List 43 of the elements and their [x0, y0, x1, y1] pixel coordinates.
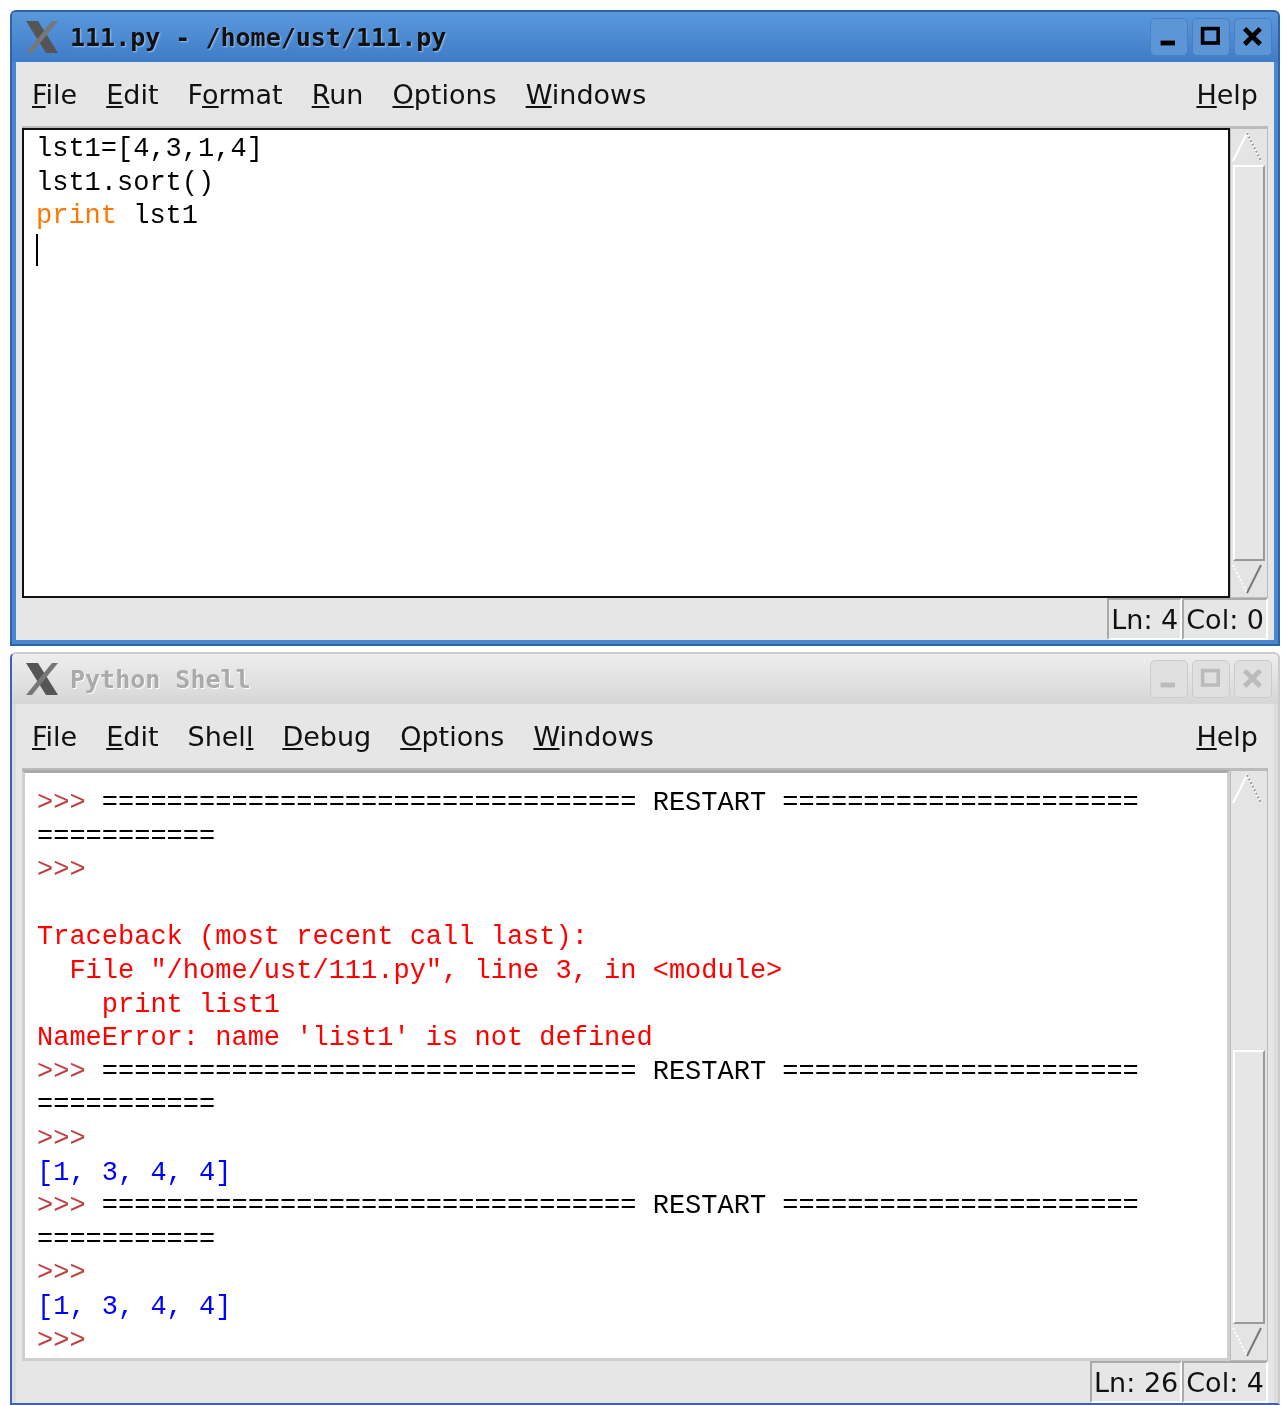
shell-line: >>> ================================= RESTART ================================= [37, 787, 1139, 854]
minimize-button[interactable] [1150, 18, 1188, 56]
error-text: NameError: name 'list1' is not defined [37, 1022, 654, 1056]
menu-item[interactable]: File [32, 720, 78, 752]
menu-item[interactable]: Options [392, 78, 497, 110]
window-title: 111.py - /home/ust/111.py [70, 22, 447, 52]
shell-line: >>> ================================= RESTART ================================= [37, 1190, 1139, 1257]
scrollbar-thumb[interactable] [1233, 1050, 1265, 1324]
menu-item[interactable]: Shell [187, 720, 254, 752]
help-menu[interactable]: Help [1196, 78, 1258, 110]
error-text: Traceback (most recent call last): [37, 921, 589, 955]
menu-item[interactable]: File [32, 78, 78, 110]
shell-prompt: >>> [37, 854, 87, 888]
shell-line: >>> ================================= RESTART ================================= [37, 1055, 1139, 1123]
menu-item[interactable]: Windows [525, 78, 647, 110]
close-button[interactable] [1234, 18, 1272, 56]
help-menu[interactable]: Help [1196, 720, 1258, 752]
output-text: [1, 3, 4, 4] [37, 1156, 233, 1190]
code-text: lst1.sort() [36, 166, 216, 200]
shell-prompt: >>> [37, 1257, 87, 1291]
code-text: lst1=[4,3,1,4] [36, 133, 264, 166]
menu-item[interactable]: Edit [106, 720, 159, 752]
error-text: File "/home/ust/111.py", line 3, in <module> [68, 954, 784, 988]
menu-item[interactable]: Format [187, 78, 283, 110]
shell-prompt: >>> [37, 1324, 87, 1358]
menu-item[interactable]: Debug [282, 720, 372, 752]
line-number: Ln: 4 [1107, 598, 1183, 640]
menu-item[interactable]: Run [311, 78, 364, 110]
maximize-button[interactable] [1192, 18, 1230, 56]
line-number: Ln: 26 [1090, 1361, 1183, 1403]
scrollbar[interactable] [1230, 128, 1268, 598]
code-line: print lst1 [36, 200, 200, 234]
output-text: [1, 3, 4, 4] [37, 1290, 233, 1324]
code-editor[interactable]: lst1=[4,3,1,4] lst1.sort() print lst1 [22, 128, 1230, 598]
menu-item[interactable]: Windows [533, 720, 654, 752]
error-text: print list1 [100, 988, 282, 1022]
column-number: Col: 0 [1182, 598, 1268, 640]
menu-item[interactable]: Options [400, 720, 505, 752]
column-number: Col: 4 [1182, 1361, 1268, 1403]
menu-item[interactable]: Edit [106, 78, 159, 110]
window-title: Python Shell [70, 664, 251, 694]
shell-prompt: >>> [37, 1122, 87, 1156]
scrollbar-thumb[interactable] [1233, 165, 1265, 561]
